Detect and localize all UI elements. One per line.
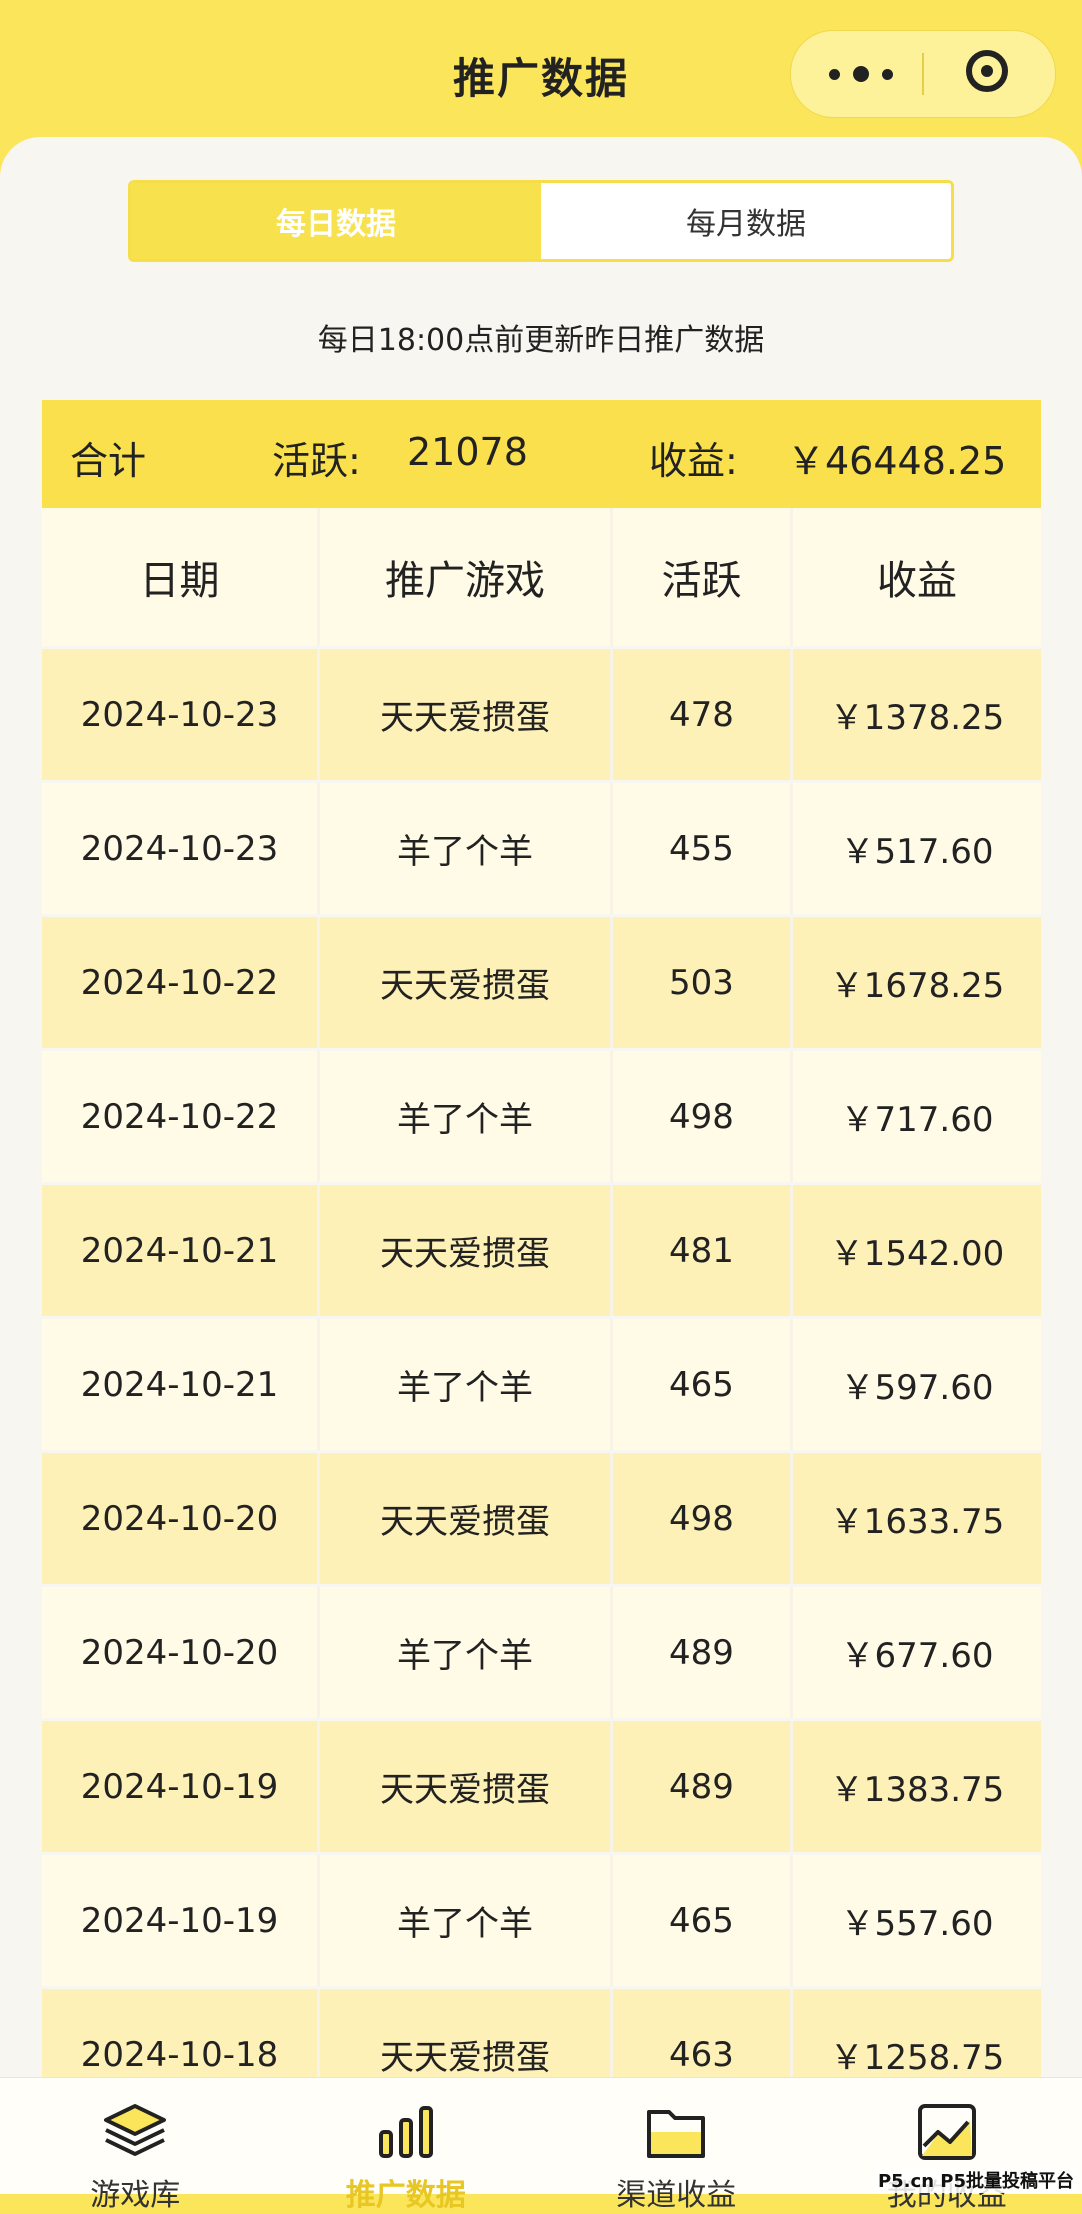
cell-active: 478: [613, 649, 793, 780]
mini-program-capsule: [790, 30, 1056, 118]
capsule-divider: [922, 53, 924, 95]
cell-income: ￥1633.75: [793, 1453, 1041, 1584]
header-date: 日期: [42, 508, 320, 646]
cell-date: 2024-10-23: [42, 783, 320, 914]
table-row: 2024-10-22羊了个羊498￥717.60: [42, 1051, 1041, 1182]
table-row: 2024-10-23羊了个羊455￥517.60: [42, 783, 1041, 914]
tabbar-label-game-library: 游戏库: [0, 2170, 271, 2214]
table-row: 2024-10-18天天爱掼蛋463￥1258.75: [42, 1989, 1041, 2077]
header-game: 推广游戏: [320, 508, 613, 646]
cell-game: 羊了个羊: [320, 1855, 613, 1986]
cell-active: 465: [613, 1855, 793, 1986]
table-row: 2024-10-20天天爱掼蛋498￥1633.75: [42, 1453, 1041, 1584]
cell-income: ￥1258.75: [793, 1989, 1041, 2077]
cell-income: ￥1383.75: [793, 1721, 1041, 1852]
close-target-icon[interactable]: [966, 50, 1008, 92]
cell-date: 2024-10-20: [42, 1587, 320, 1718]
period-tabs: 每日数据 每月数据: [128, 180, 954, 262]
tabbar-label-promotion-data: 推广数据: [271, 2170, 542, 2214]
cell-income: ￥517.60: [793, 783, 1041, 914]
table-row: 2024-10-19天天爱掼蛋489￥1383.75: [42, 1721, 1041, 1852]
bar-chart-icon: [373, 2102, 439, 2162]
table-row: 2024-10-21天天爱掼蛋481￥1542.00: [42, 1185, 1041, 1316]
cell-active: 498: [613, 1051, 793, 1182]
table-row: 2024-10-22天天爱掼蛋503￥1678.25: [42, 917, 1041, 1048]
cell-active: 489: [613, 1721, 793, 1852]
cell-income: ￥1378.25: [793, 649, 1041, 780]
table-row: 2024-10-21羊了个羊465￥597.60: [42, 1319, 1041, 1450]
top-nav-bar: 推广数据: [0, 0, 1082, 150]
cell-date: 2024-10-21: [42, 1185, 320, 1316]
table-header-row: 日期 推广游戏 活跃 收益: [42, 508, 1041, 646]
cell-game: 天天爱掼蛋: [320, 1721, 613, 1852]
cell-game: 天天爱掼蛋: [320, 1989, 613, 2077]
summary-bar: 合计 活跃: 21078 收益: ￥46448.25: [42, 400, 1041, 508]
cell-game: 天天爱掼蛋: [320, 917, 613, 1048]
cell-game: 天天爱掼蛋: [320, 649, 613, 780]
cell-income: ￥1678.25: [793, 917, 1041, 1048]
cell-active: 463: [613, 1989, 793, 2077]
cell-active: 481: [613, 1185, 793, 1316]
tab-monthly-data[interactable]: 每月数据: [541, 183, 951, 259]
cell-income: ￥557.60: [793, 1855, 1041, 1986]
table-row: 2024-10-23天天爱掼蛋478￥1378.25: [42, 649, 1041, 780]
summary-total-label: 合计: [70, 430, 146, 485]
cell-income: ￥1542.00: [793, 1185, 1041, 1316]
summary-active-value: 21078: [407, 430, 528, 474]
tabbar-item-promotion-data[interactable]: 推广数据: [271, 2078, 542, 2194]
cell-income: ￥717.60: [793, 1051, 1041, 1182]
summary-income-value: ￥46448.25: [787, 430, 1006, 485]
cell-game: 羊了个羊: [320, 1587, 613, 1718]
summary-income-label: 收益:: [649, 430, 738, 485]
tabbar-item-channel-income[interactable]: 渠道收益: [541, 2078, 812, 2194]
cell-active: 503: [613, 917, 793, 1048]
watermark: P5.cn P5批量投稿平台: [874, 2167, 1078, 2193]
cell-income: ￥677.60: [793, 1587, 1041, 1718]
tabbar-label-channel-income: 渠道收益: [541, 2170, 812, 2214]
header-income: 收益: [793, 508, 1041, 646]
trend-chart-icon: [914, 2102, 980, 2162]
header-active: 活跃: [613, 508, 793, 646]
table-row: 2024-10-19羊了个羊465￥557.60: [42, 1855, 1041, 1986]
tab-daily-data[interactable]: 每日数据: [131, 183, 541, 259]
tabbar-item-game-library[interactable]: 游戏库: [0, 2078, 271, 2194]
cell-active: 498: [613, 1453, 793, 1584]
cell-date: 2024-10-18: [42, 1989, 320, 2077]
content-sheet: 每日数据 每月数据 每日18:00点前更新昨日推广数据 合计 活跃: 21078…: [0, 137, 1082, 2077]
cell-active: 489: [613, 1587, 793, 1718]
more-options-icon[interactable]: [829, 61, 893, 87]
cell-date: 2024-10-22: [42, 1051, 320, 1182]
cell-date: 2024-10-22: [42, 917, 320, 1048]
cell-active: 455: [613, 783, 793, 914]
layers-icon: [102, 2102, 168, 2162]
cell-game: 天天爱掼蛋: [320, 1453, 613, 1584]
cell-game: 羊了个羊: [320, 1319, 613, 1450]
cell-active: 465: [613, 1319, 793, 1450]
folder-icon: [643, 2102, 709, 2162]
summary-active-label: 活跃:: [272, 430, 361, 485]
cell-date: 2024-10-20: [42, 1453, 320, 1584]
update-note: 每日18:00点前更新昨日推广数据: [0, 315, 1082, 359]
table-row: 2024-10-20羊了个羊489￥677.60: [42, 1587, 1041, 1718]
cell-game: 羊了个羊: [320, 783, 613, 914]
cell-game: 羊了个羊: [320, 1051, 613, 1182]
cell-date: 2024-10-19: [42, 1855, 320, 1986]
cell-game: 天天爱掼蛋: [320, 1185, 613, 1316]
cell-date: 2024-10-23: [42, 649, 320, 780]
cell-income: ￥597.60: [793, 1319, 1041, 1450]
cell-date: 2024-10-19: [42, 1721, 320, 1852]
cell-date: 2024-10-21: [42, 1319, 320, 1450]
